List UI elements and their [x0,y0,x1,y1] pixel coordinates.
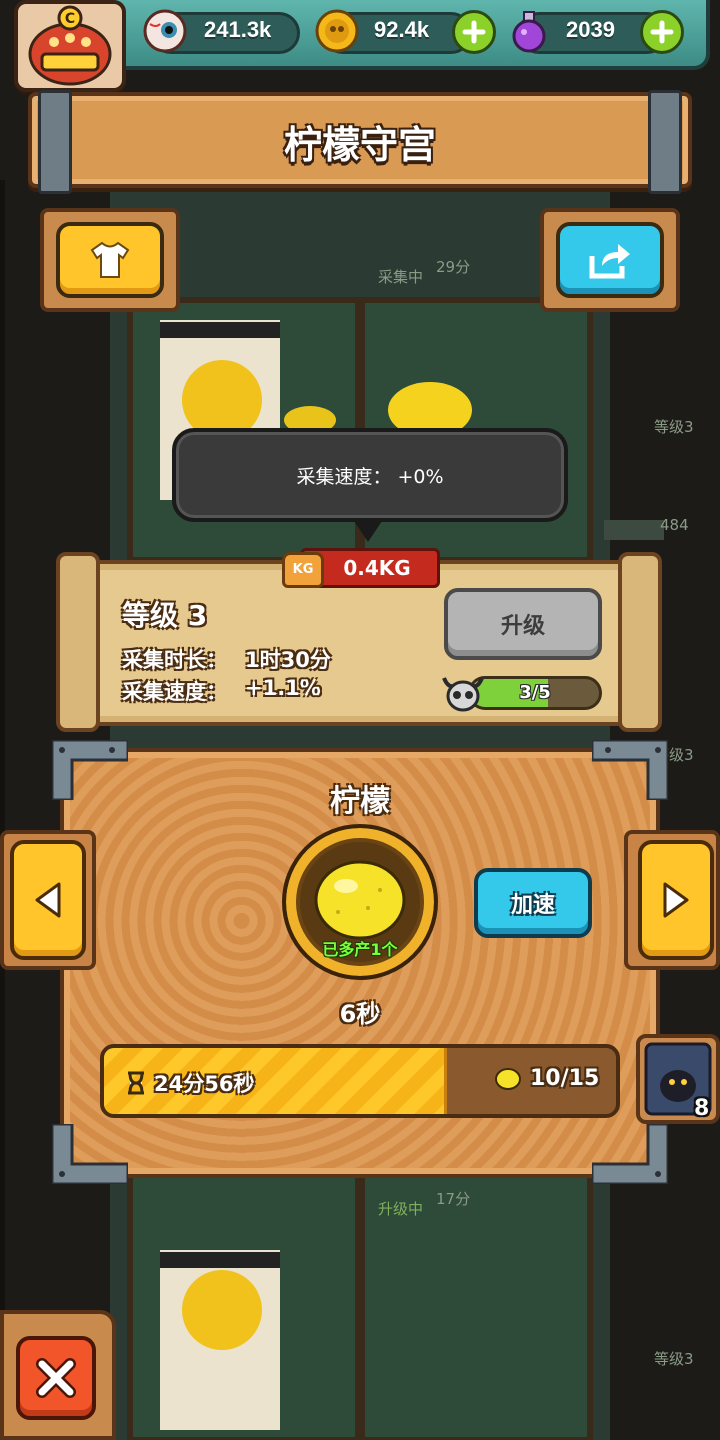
coin-icon [315,9,359,53]
total-time-row: 24分56秒 [126,1068,254,1098]
item-count: 10/15 [530,1066,600,1091]
bonus-text: 已多产1个 [322,940,398,959]
speed-up-button[interactable]: 加速 [474,868,592,938]
svg-text:C: C [65,11,75,27]
prev-item-button[interactable] [10,840,86,960]
horned-skull-icon [442,677,484,712]
scroll-end-left [56,552,100,732]
kg-weight-icon: KG [282,552,324,588]
arrow-left-icon [35,882,61,918]
page-title: 柠檬守宫 [283,123,436,167]
cycle-timer: 6秒 [339,1000,381,1028]
coin-count: 92.4k [374,17,430,42]
speed-value: +1.1% [245,676,321,700]
duration-value: 1时30分 [245,648,331,672]
hourglass-icon [128,1071,144,1095]
upgrade-button[interactable]: 升级 [444,588,602,660]
level-title: 等级 3 [122,599,208,632]
bg-upgrading-status: 升级中 [378,1200,424,1218]
lemon-icon [495,1067,521,1090]
add-coins-button[interactable] [452,10,496,54]
potion-icon [512,11,546,53]
duration-label: 采集时长： [122,648,227,672]
plus-icon [650,20,674,44]
duration-row: 采集时长： 1时30分 [122,644,331,674]
eyeball-icon [143,9,187,53]
scroll-end-right [618,552,662,732]
total-time: 24分56秒 [154,1072,255,1096]
arrow-right-icon [663,882,689,918]
count-row: 10/15 [494,1066,599,1091]
bg-collecting-status: 采集中 [378,268,424,286]
add-potions-button[interactable] [640,10,684,54]
close-button[interactable] [16,1336,96,1420]
shirt-icon [90,241,130,278]
potion-count: 2039 [566,17,615,42]
share-icon [589,244,630,279]
speed-label: 采集速度： [122,680,227,704]
skin-button[interactable] [56,222,164,298]
yield-value: 0.4KG [343,556,411,580]
bg-side-level: 等级3 [654,1350,694,1368]
tooltip-text: 采集速度： +0% [296,466,444,488]
board-corner-br [592,1124,668,1184]
item-name: 柠檬 [330,784,390,819]
close-icon [36,1358,76,1398]
next-item-button[interactable] [638,840,714,960]
board-corner-bl [52,1124,128,1184]
bg-collecting-time: 29分 [436,258,471,276]
side-card-count: 8 [694,1096,710,1121]
share-button[interactable] [556,222,664,298]
eyeball-count: 241.3k [204,17,272,42]
player-avatar[interactable]: C [14,0,126,92]
speed-row: 采集速度： +1.1% [122,676,321,706]
bg-upgrading-time: 17分 [436,1190,471,1208]
bg-side-level: 等级3 [654,418,694,436]
plus-icon [462,20,486,44]
lemon-icon [314,860,406,940]
bg-side-value: 484 [660,516,689,534]
tooltip-tail [352,518,384,542]
monster-avatar-icon: C [28,5,112,86]
level-progress-text: 3/5 [519,682,551,703]
